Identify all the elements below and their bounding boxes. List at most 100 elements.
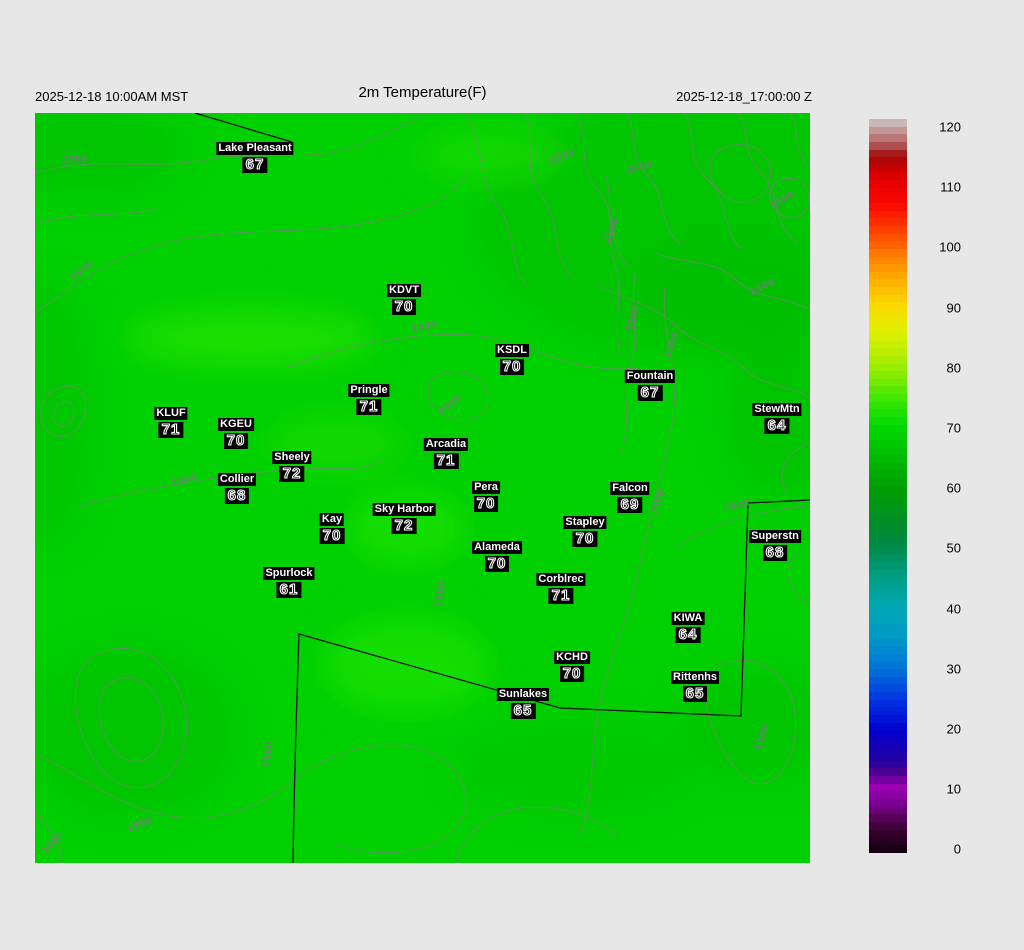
station-name-label: Pringle (348, 384, 390, 397)
station-rittenhs: Rittenhs 65 (671, 667, 719, 702)
station-temperature-value: 69 (617, 496, 643, 513)
colorbar-band (869, 348, 907, 356)
colorbar-band (869, 776, 907, 784)
colorbar-band (869, 684, 907, 693)
colorbar-band (869, 462, 907, 471)
station-pera: Pera 70 (472, 477, 500, 512)
colorbar-band (869, 760, 907, 769)
station-temperature-value: 70 (319, 527, 345, 544)
colorbar-band (869, 539, 907, 547)
station-name-label: KDVT (387, 284, 421, 297)
station-name-label: Sunlakes (496, 688, 550, 701)
colorbar-band (869, 401, 907, 410)
station-temperature-value: 70 (223, 432, 249, 449)
station-temperature-value: 70 (572, 530, 598, 547)
colorbar-band (869, 799, 907, 807)
station-temperature-value: 61 (276, 581, 302, 598)
station-alameda: Alameda 70 (472, 537, 522, 572)
colorbar-band (869, 203, 907, 211)
colorbar-band (869, 279, 907, 288)
station-temperature-value: 67 (637, 384, 663, 401)
station-temperature-value: 64 (675, 626, 701, 643)
station-ksdl: KSDL 70 (495, 340, 529, 375)
station-kdvt: KDVT 70 (387, 280, 421, 315)
colorbar-band (869, 424, 907, 433)
colorbar-band (869, 363, 907, 372)
colorbar-band (869, 577, 907, 586)
colorbar-band (869, 714, 907, 723)
colorbar-band (869, 837, 907, 845)
colorbar-band (869, 707, 907, 715)
colorbar-band (869, 608, 907, 616)
colorbar-tick-30: 30 (946, 661, 961, 677)
station-temperature-value: 70 (484, 555, 510, 572)
colorbar-band (869, 485, 907, 494)
station-name-label: KSDL (495, 344, 529, 357)
colorbar-tick-100: 100 (939, 239, 961, 255)
station-stapley: Stapley 70 (563, 512, 607, 547)
colorbar-band (869, 531, 907, 540)
colorbar-band (869, 478, 907, 486)
colorbar-band (869, 501, 907, 509)
station-fountain: Fountain 67 (624, 366, 676, 401)
colorbar-band (869, 241, 907, 249)
colorbar-band (869, 317, 907, 326)
colorbar-band (869, 180, 907, 188)
colorbar-band (869, 225, 907, 234)
colorbar-tick-20: 20 (946, 721, 961, 737)
station-temperature-value: 71 (158, 421, 184, 438)
colorbar-band (869, 310, 907, 318)
colorbar-band (869, 768, 907, 777)
colorbar-band (869, 646, 907, 654)
colorbar-band (869, 325, 907, 333)
station-temperature-value: 72 (391, 517, 417, 534)
station-name-label: Rittenhs (671, 671, 719, 684)
colorbar-band (869, 149, 907, 158)
colorbar-band (869, 432, 907, 440)
station-superstn: Superstn 68 (749, 526, 801, 561)
station-name-label: Pera (472, 481, 500, 494)
station-name-label: Spurlock (263, 567, 315, 580)
station-temperature-value: 67 (242, 156, 268, 173)
station-name-label: StewMtn (752, 403, 802, 416)
colorbar-band (869, 157, 907, 165)
colorbar-band (869, 814, 907, 822)
colorbar-band (869, 470, 907, 479)
colorbar-band (869, 554, 907, 563)
colorbar-band (869, 416, 907, 425)
station-temperature-value: 71 (433, 452, 459, 469)
station-name-label: Falcon (610, 482, 650, 495)
station-temperature-value: 68 (762, 544, 788, 561)
station-corblrec: Corblrec 71 (536, 569, 586, 604)
colorbar-band (869, 615, 907, 624)
station-temperature-value: 68 (224, 487, 250, 504)
colorbar-band (869, 233, 907, 242)
colorbar-band (869, 287, 907, 295)
station-kiwa: KIWA 64 (671, 608, 705, 643)
station-kay: Kay 70 (319, 509, 345, 544)
colorbar-band (869, 638, 907, 647)
contour-elevation-label: 2000 (61, 154, 89, 166)
colorbar-band (869, 371, 907, 379)
colorbar-tick-40: 40 (946, 601, 961, 617)
station-temperature-value: 70 (559, 665, 585, 682)
colorbar-band (869, 355, 907, 364)
station-name-label: Sky Harbor (372, 503, 436, 516)
colorbar-band (869, 600, 907, 608)
station-sky-harbor: Sky Harbor 72 (372, 499, 436, 534)
colorbar-gradient (869, 119, 907, 853)
station-kchd: KCHD 70 (554, 647, 590, 682)
colorbar-tick-10: 10 (946, 781, 961, 797)
colorbar-band (869, 210, 907, 219)
station-name-label: Kay (319, 513, 345, 526)
colorbar-band (869, 455, 907, 463)
station-lake-pleasant: Lake Pleasant 67 (216, 138, 294, 173)
colorbar-band (869, 676, 907, 685)
colorbar-band (869, 699, 907, 708)
colorbar-band (869, 630, 907, 639)
colorbar-band (869, 562, 907, 570)
colorbar-band (869, 623, 907, 631)
colorbar-band (869, 692, 907, 700)
colorbar-band (869, 386, 907, 395)
station-name-label: KIWA (671, 612, 705, 625)
